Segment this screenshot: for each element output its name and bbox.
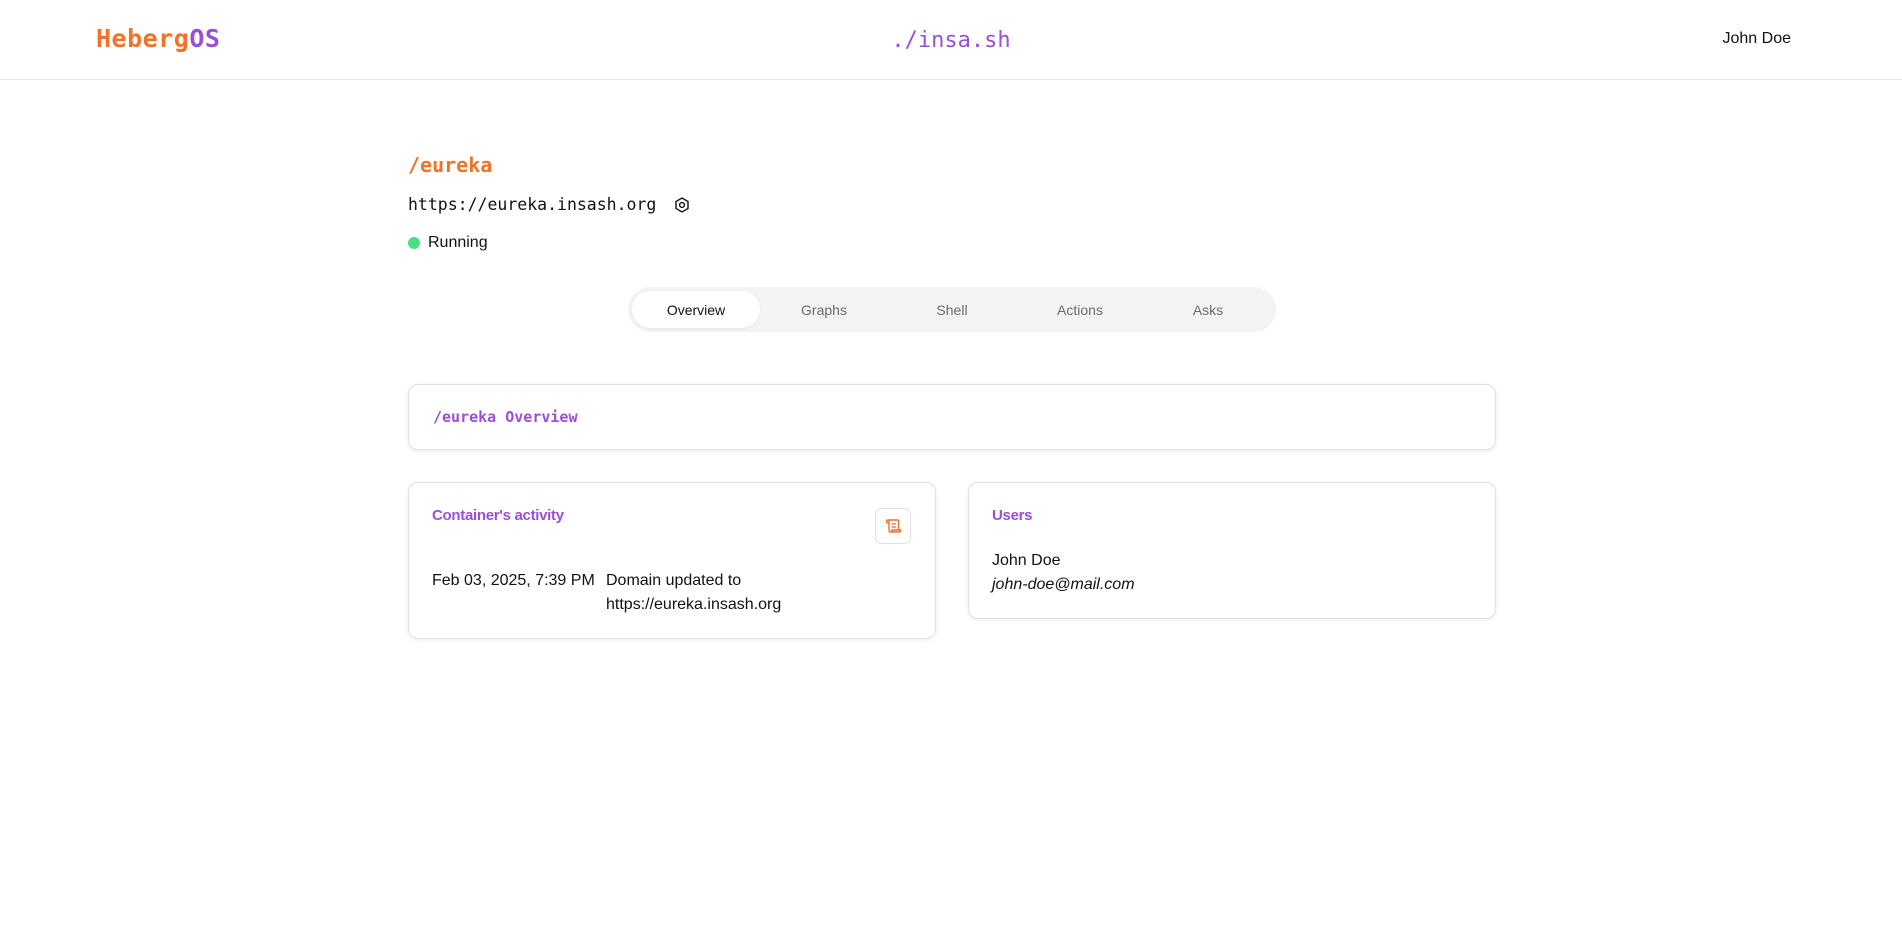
gear-icon-graphic xyxy=(675,196,690,213)
user-entry-email: john-doe@mail.com xyxy=(992,576,1135,593)
activity-heading: Container's activity xyxy=(432,507,564,524)
center-brand-link[interactable]: ./insa.sh xyxy=(891,28,1010,53)
overview-card: /eureka Overview xyxy=(408,384,1496,450)
tab-graphs[interactable]: Graphs xyxy=(760,291,888,328)
user-entry-name: John Doe xyxy=(992,552,1061,569)
overview-title: /eureka Overview xyxy=(433,408,578,426)
user-entry: John Doe john-doe@mail.com xyxy=(992,549,1135,597)
view-logs-button[interactable] xyxy=(875,508,911,544)
users-card: Users John Doe john-doe@mail.com xyxy=(968,482,1496,619)
user-menu[interactable]: John Doe xyxy=(1723,30,1792,48)
gear-icon[interactable] xyxy=(673,196,691,214)
page-title: /eureka xyxy=(408,153,493,177)
users-heading: Users xyxy=(992,507,1033,524)
tab-actions[interactable]: Actions xyxy=(1016,291,1144,328)
scroll-icon xyxy=(885,519,902,533)
top-navbar: HebergOS ./insa.sh John Doe xyxy=(0,0,1902,80)
app-logo[interactable]: HebergOS xyxy=(96,24,220,53)
tab-shell[interactable]: Shell xyxy=(888,291,1016,328)
activity-date: Feb 03, 2025, 7:39 PM xyxy=(432,572,595,589)
logo-text-part2: OS xyxy=(189,24,221,53)
activity-description: Domain updated to https://eureka.insash.… xyxy=(606,572,782,613)
activity-entry: Feb 03, 2025, 7:39 PM Domain updated to … xyxy=(432,569,806,617)
status-dot xyxy=(408,237,420,249)
tab-bar: Overview Graphs Shell Actions Asks xyxy=(628,287,1276,332)
status-text: Running xyxy=(428,234,488,251)
logo-text-part1: Heberg xyxy=(96,24,190,53)
center-brand-wrapper: ./insa.sh xyxy=(0,28,1902,53)
project-url-row: https://eureka.insash.org xyxy=(408,195,691,214)
project-url[interactable]: https://eureka.insash.org xyxy=(408,195,656,214)
container-activity-card: Container's activity Feb 03, 2025, 7:39 … xyxy=(408,482,936,639)
tab-asks[interactable]: Asks xyxy=(1144,291,1272,328)
status-indicator: Running xyxy=(408,234,488,252)
tab-overview[interactable]: Overview xyxy=(632,291,760,328)
